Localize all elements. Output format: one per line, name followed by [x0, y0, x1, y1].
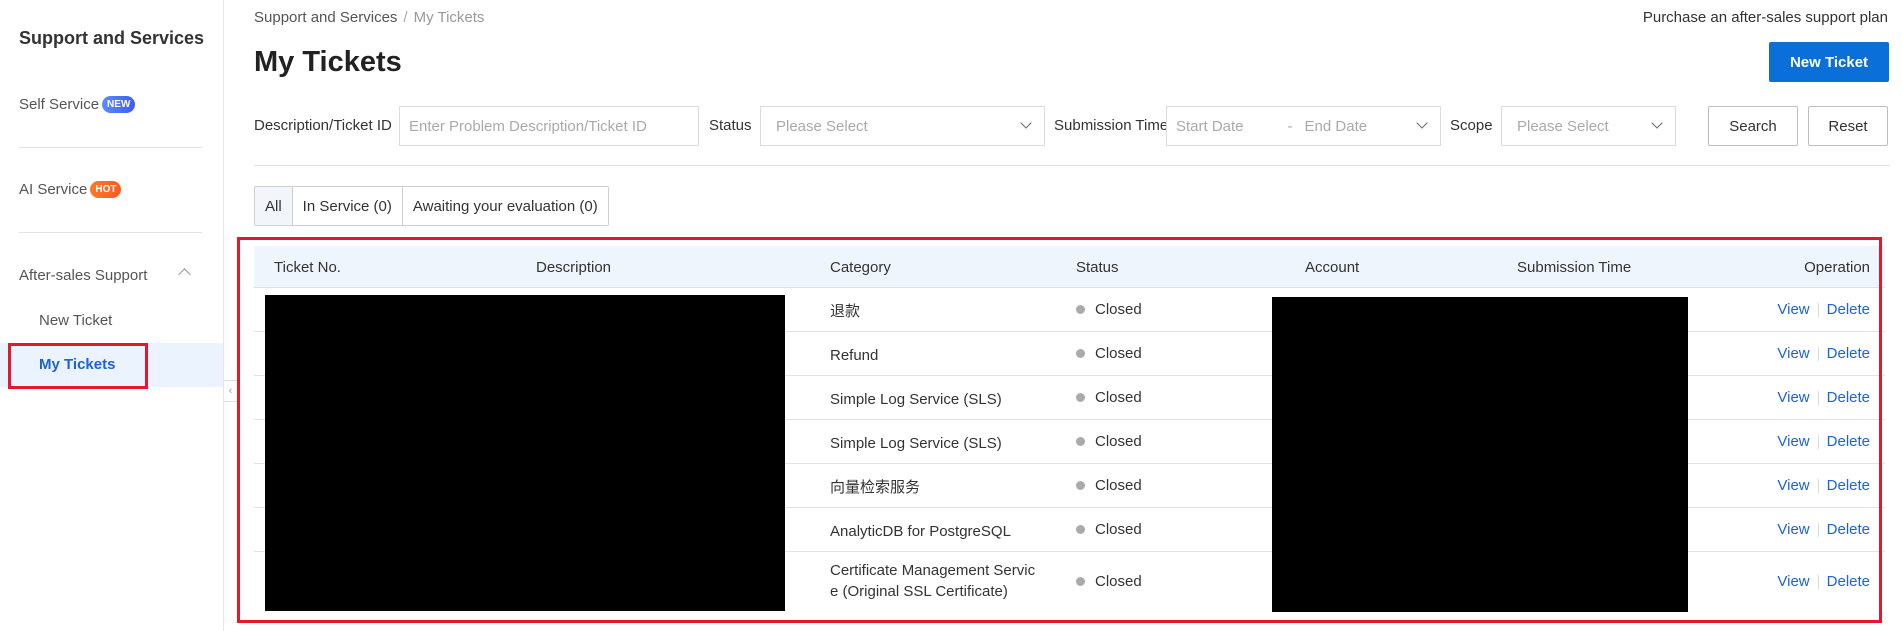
start-date-placeholder: Start Date	[1176, 117, 1244, 135]
page-title: My Tickets	[254, 46, 402, 78]
sidebar-item-self-service[interactable]: Self Service NEW	[19, 96, 136, 113]
description-placeholder: Enter Problem Description/Ticket ID	[409, 117, 647, 135]
sidebar-item-new-ticket[interactable]: New Ticket	[39, 312, 112, 329]
breadcrumb-separator: /	[403, 9, 408, 26]
sidebar-item-ai-service[interactable]: AI Service HOT	[19, 181, 122, 198]
breadcrumb: Support and Services / My Tickets	[254, 9, 484, 26]
sidebar-item-label: After-sales Support	[19, 267, 148, 284]
purchase-support-plan-link[interactable]: Purchase an after-sales support plan	[1643, 9, 1888, 26]
sidebar-divider	[19, 232, 202, 233]
chevron-down-icon	[1020, 117, 1032, 129]
highlight-box-nav	[8, 343, 148, 389]
sidebar-item-label: Self Service	[19, 96, 100, 113]
new-badge: NEW	[102, 96, 136, 113]
ticket-tabs: All In Service (0) Awaiting your evaluat…	[254, 186, 609, 226]
hot-badge: HOT	[90, 181, 122, 198]
sidebar: Support and Services Self Service NEW AI…	[0, 0, 224, 631]
highlight-box-table	[237, 237, 1882, 623]
status-filter-label: Status	[709, 117, 752, 134]
sidebar-title: Support and Services	[19, 28, 205, 48]
reset-button[interactable]: Reset	[1808, 106, 1888, 146]
sidebar-group-after-sales[interactable]: After-sales Support	[19, 267, 147, 284]
chevron-down-icon	[1651, 117, 1663, 129]
description-search-input[interactable]: Enter Problem Description/Ticket ID	[399, 106, 699, 146]
sidebar-divider	[19, 147, 202, 148]
scope-filter-label: Scope	[1450, 117, 1493, 134]
breadcrumb-current: My Tickets	[413, 9, 485, 26]
submission-time-label: Submission Time	[1054, 117, 1169, 134]
divider	[254, 165, 1890, 166]
scope-placeholder: Please Select	[1517, 117, 1609, 135]
chevron-up-icon[interactable]	[178, 268, 191, 281]
status-select[interactable]: Please Select	[760, 106, 1045, 146]
tab-all[interactable]: All	[255, 187, 293, 225]
breadcrumb-root[interactable]: Support and Services	[254, 9, 397, 26]
search-button[interactable]: Search	[1708, 106, 1798, 146]
collapse-sidebar-icon[interactable]: ‹	[224, 380, 238, 402]
tab-in-service[interactable]: In Service (0)	[292, 187, 403, 225]
sidebar-item-label: AI Service	[19, 181, 88, 198]
tab-awaiting-evaluation[interactable]: Awaiting your evaluation (0)	[402, 187, 608, 225]
description-filter-label: Description/Ticket ID	[254, 117, 392, 134]
chevron-down-icon	[1416, 117, 1428, 129]
scope-select[interactable]: Please Select	[1501, 106, 1676, 146]
new-ticket-button[interactable]: New Ticket	[1769, 42, 1889, 82]
date-range-picker[interactable]: Start Date - End Date	[1166, 106, 1441, 146]
end-date-placeholder: End Date	[1304, 117, 1368, 135]
status-placeholder: Please Select	[776, 117, 868, 135]
filter-bar: Description/Ticket ID Enter Problem Desc…	[254, 106, 1894, 146]
date-range-separator: -	[1287, 117, 1293, 135]
